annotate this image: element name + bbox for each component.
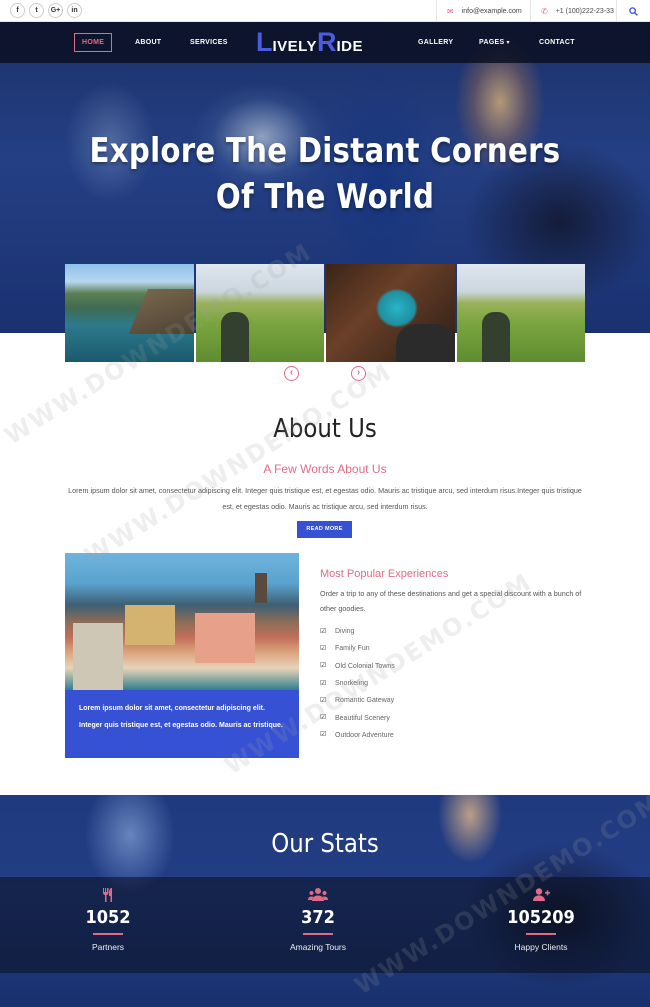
- list-item: ☑ Diving: [320, 623, 395, 640]
- stat-label: Happy Clients: [514, 941, 568, 952]
- list-item-label: Snorkeling: [335, 680, 369, 688]
- stat-divider: [526, 933, 556, 935]
- nav-about[interactable]: ABOUT: [135, 22, 161, 63]
- about-info-box: Lorem ipsum dolor sit amet, consectetur …: [65, 690, 299, 758]
- check-icon: ☑: [320, 644, 327, 652]
- stat-label: Partners: [91, 941, 125, 952]
- list-item: ☑ Old Colonial Towns: [320, 658, 395, 675]
- popular-text: Order a trip to any of these destination…: [320, 589, 582, 613]
- facebook-icon[interactable]: f: [10, 3, 25, 18]
- about-subheading: A Few Words About Us: [263, 462, 387, 476]
- google-plus-icon[interactable]: G+: [48, 3, 63, 18]
- stat-divider: [93, 933, 123, 935]
- popular-list: ☑ Diving ☑ Family Fun ☑ Old Colonial Towns …: [320, 623, 395, 744]
- search-button[interactable]: [616, 0, 650, 22]
- top-bar: f t G+ in ✉ info@example.com ✆ +1 (100)2…: [0, 0, 650, 22]
- stats-section: Our Stats 1052 Partners 372 Amazing Tour…: [0, 795, 650, 1007]
- stat-partners: 1052 Partners: [43, 887, 173, 952]
- check-icon: ☑: [320, 714, 327, 722]
- popular-heading: Most Popular Experiences: [320, 568, 449, 580]
- stat-clients: 105209 Happy Clients: [476, 887, 606, 952]
- list-item-label: Romantic Gateway: [335, 697, 395, 705]
- hero-title: Explore The Distant Corners Of The World: [89, 131, 561, 217]
- building-shape: [73, 623, 123, 690]
- check-icon: ☑: [320, 731, 327, 739]
- gallery-image-fjord[interactable]: [65, 264, 194, 362]
- list-item-label: Family Fun: [335, 645, 370, 653]
- stat-tours: 372 Amazing Tours: [253, 887, 383, 952]
- cutlery-icon: [103, 888, 112, 902]
- nav-contact[interactable]: CONTACT: [539, 22, 575, 63]
- search-icon: [629, 6, 638, 16]
- carousel-next-button[interactable]: ›: [351, 366, 366, 381]
- main-navbar: HOME ABOUT SERVICES LIVELYRIDE GALLERY P…: [0, 22, 650, 63]
- list-item: ☑ Romantic Gateway: [320, 692, 395, 709]
- list-item: ☑ Outdoor Adventure: [320, 727, 395, 744]
- twitter-icon[interactable]: t: [29, 3, 44, 18]
- list-item-label: Outdoor Adventure: [335, 731, 394, 739]
- contact-phone[interactable]: ✆ +1 (100)222-23-33: [530, 0, 616, 22]
- list-item: ☑ Beautiful Scenery: [320, 709, 395, 726]
- nav-pages[interactable]: PAGES ▾: [479, 22, 510, 63]
- building-shape: [125, 605, 175, 645]
- about-heading: About Us: [273, 414, 377, 444]
- about-text: Lorem ipsum dolor sit amet, consectetur …: [68, 486, 582, 511]
- gallery-image-plane-window[interactable]: [326, 264, 455, 362]
- nav-pages-label: PAGES: [479, 39, 505, 46]
- linkedin-icon[interactable]: in: [67, 3, 82, 18]
- nav-home[interactable]: HOME: [74, 33, 113, 52]
- gallery-image-hiker-2[interactable]: [456, 264, 585, 362]
- stat-value: 1052: [85, 907, 131, 928]
- users-icon: [308, 888, 328, 901]
- check-icon: ☑: [320, 662, 327, 670]
- stat-value: 372: [301, 907, 335, 928]
- envelope-icon: ✉: [447, 6, 454, 16]
- nav-gallery[interactable]: GALLERY: [418, 22, 453, 63]
- caret-down-icon: ▾: [506, 40, 510, 46]
- check-icon: ☑: [320, 627, 327, 635]
- stats-heading: Our Stats: [271, 829, 379, 859]
- list-item: ☑ Snorkeling: [320, 675, 395, 692]
- tower-shape: [255, 573, 267, 603]
- nav-services[interactable]: SERVICES: [190, 22, 228, 63]
- chevron-left-icon: ‹: [289, 367, 294, 378]
- logo-letter-l: L: [256, 27, 273, 57]
- list-item-label: Beautiful Scenery: [335, 714, 390, 722]
- email-text: info@example.com: [461, 7, 522, 15]
- about-image: [65, 553, 299, 690]
- chevron-right-icon: ›: [356, 367, 361, 378]
- contact-email[interactable]: ✉ info@example.com: [436, 0, 530, 22]
- social-links: f t G+ in: [10, 3, 82, 18]
- list-item-label: Diving: [335, 628, 355, 636]
- gallery-carousel: [65, 264, 585, 362]
- stat-divider: [303, 933, 333, 935]
- logo-letter-r: R: [316, 27, 337, 57]
- user-plus-icon: [533, 888, 550, 901]
- building-shape: [195, 613, 255, 663]
- list-item-label: Old Colonial Towns: [335, 662, 395, 670]
- carousel-prev-button[interactable]: ‹: [284, 366, 299, 381]
- check-icon: ☑: [320, 679, 327, 687]
- stat-value: 105209: [507, 907, 575, 928]
- check-icon: ☑: [320, 696, 327, 704]
- logo-word-2: IDE: [336, 38, 363, 55]
- stat-label: Amazing Tours: [289, 941, 347, 952]
- phone-icon: ✆: [541, 6, 548, 16]
- carousel-controls: ‹ ›: [284, 366, 374, 382]
- phone-text: +1 (100)222-23-33: [555, 7, 614, 15]
- logo-word-1: IVELY: [272, 38, 317, 55]
- read-more-button[interactable]: READ MORE: [297, 521, 352, 538]
- gallery-image-hiker[interactable]: [195, 264, 324, 362]
- list-item: ☑ Family Fun: [320, 640, 395, 657]
- site-logo[interactable]: LIVELYRIDE: [256, 27, 363, 58]
